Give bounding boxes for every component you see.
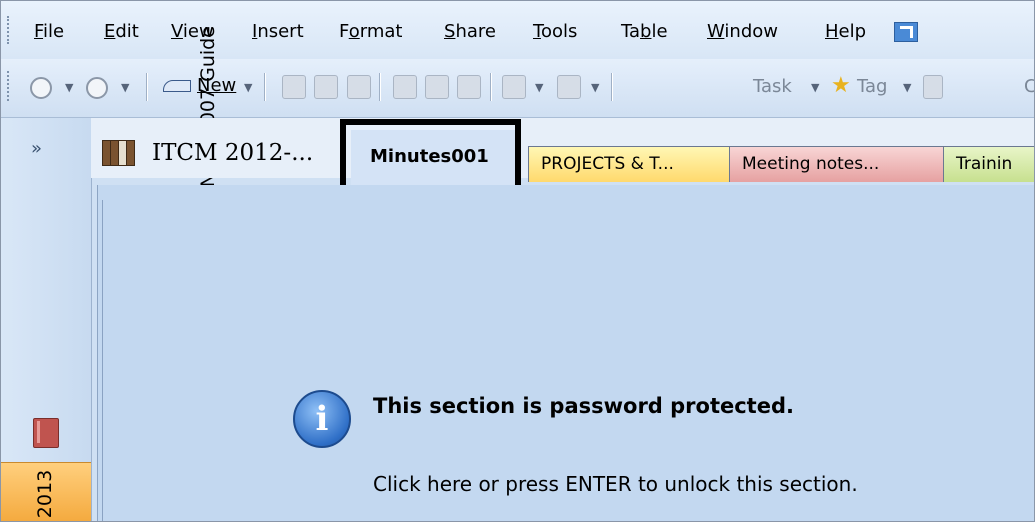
notebook-title[interactable]: ITCM 2012-... <box>152 140 313 166</box>
toolbar-separator <box>611 73 613 101</box>
toolbar-grip-icon <box>7 71 13 101</box>
menu-insert[interactable]: Insert <box>252 21 304 42</box>
menu-table[interactable]: Table <box>621 21 668 42</box>
toolbar-separator <box>264 73 266 101</box>
tag-dropdown-icon[interactable]: ▼ <box>903 81 911 94</box>
menu-window[interactable]: Window <box>707 21 778 42</box>
menu-file[interactable]: File <box>34 21 64 42</box>
new-dropdown-icon[interactable]: ▼ <box>244 81 252 94</box>
menu-help[interactable]: Help <box>825 21 866 42</box>
task-dropdown-icon[interactable]: ▼ <box>811 81 819 94</box>
notebook-icon <box>33 418 59 448</box>
content-divider <box>102 200 103 521</box>
task-button[interactable]: Task <box>753 76 792 97</box>
menu-share[interactable]: Share <box>444 21 496 42</box>
standard-toolbar: ▼ ▼ New ▼ ▼ ▼ Task ▼ ★ Tag ▼ C <box>1 59 1034 118</box>
notebook-2013-tab[interactable]: 2013 <box>1 462 91 521</box>
copy-icon[interactable] <box>425 75 449 99</box>
redo-dropdown-icon[interactable]: ▼ <box>591 81 599 94</box>
tag-button[interactable]: Tag <box>857 76 887 97</box>
cut-icon[interactable] <box>393 75 417 99</box>
menu-bar: File Edit View Insert Format Share Tools… <box>1 1 1034 59</box>
new-page-icon <box>163 80 191 92</box>
menu-format[interactable]: Format <box>339 21 402 42</box>
password-protected-title: This section is password protected. <box>373 394 794 418</box>
resize-window-icon[interactable] <box>894 22 918 42</box>
menu-edit[interactable]: Edit <box>104 21 139 42</box>
tag-star-icon: ★ <box>831 73 851 98</box>
toolbar-separator <box>379 73 381 101</box>
info-icon: i <box>293 390 351 448</box>
notebook-guide-label[interactable]: OneNote 2007 Guide <box>27 26 219 226</box>
tab-meeting-notes[interactable]: Meeting notes... <box>729 146 955 182</box>
menu-grip-icon <box>7 16 13 44</box>
truncated-toolbar-button[interactable]: C <box>1024 76 1034 97</box>
paste-icon[interactable] <box>457 75 481 99</box>
tab-minutes001[interactable]: Minutes001 <box>351 130 519 185</box>
notebook-book-icon <box>102 140 140 166</box>
email-icon[interactable] <box>282 75 306 99</box>
tab-projects[interactable]: PROJECTS & T... <box>528 146 736 182</box>
forward-dropdown-icon[interactable]: ▼ <box>121 81 129 94</box>
notebook-navigation-bar: » OneNote 2007 Guide 2013 <box>1 26 219 521</box>
print-icon[interactable] <box>314 75 338 99</box>
toolbar-separator <box>490 73 492 101</box>
forward-icon[interactable] <box>86 77 108 99</box>
unlock-section-link[interactable]: Click here or press ENTER to unlock this… <box>373 472 858 496</box>
back-icon[interactable] <box>30 77 52 99</box>
redo-icon[interactable] <box>557 75 581 99</box>
menu-tools[interactable]: Tools <box>533 21 577 42</box>
print-preview-icon[interactable] <box>347 75 371 99</box>
create-outlook-task-icon[interactable] <box>923 75 943 99</box>
back-dropdown-icon[interactable]: ▼ <box>65 81 73 94</box>
undo-dropdown-icon[interactable]: ▼ <box>535 81 543 94</box>
onenote-window: File Edit View Insert Format Share Tools… <box>0 0 1035 522</box>
notebook-2013-label: 2013 <box>34 469 56 519</box>
toolbar-separator <box>146 73 148 101</box>
undo-icon[interactable] <box>502 75 526 99</box>
tab-training[interactable]: Trainin <box>943 146 1034 182</box>
